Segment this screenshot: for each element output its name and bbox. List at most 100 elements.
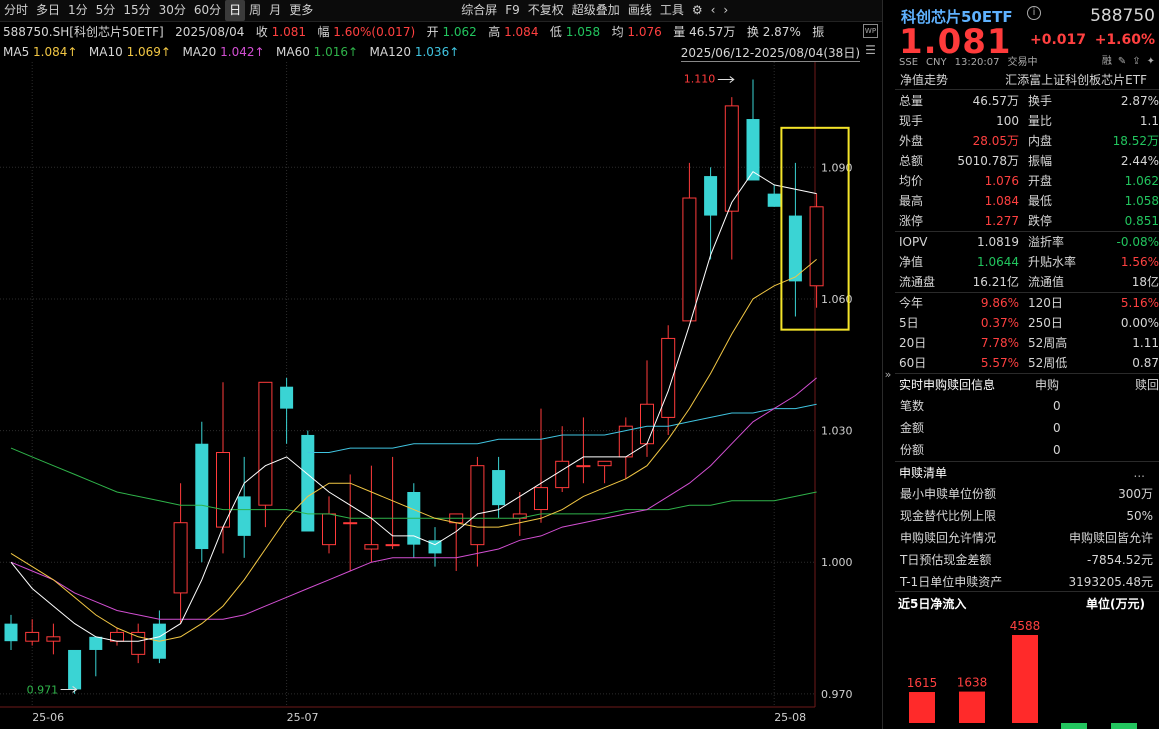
candle-body xyxy=(597,460,612,467)
edit-icon[interactable]: ✎ xyxy=(1118,56,1126,67)
close-label: 收 xyxy=(255,25,268,39)
period-10-button[interactable]: 更多 xyxy=(285,0,317,21)
trade-status: 交易中 xyxy=(1007,57,1038,68)
period-2-button[interactable]: 1分 xyxy=(64,0,92,21)
stat-v1: 0.37% xyxy=(980,316,1019,330)
ma120-value: 1.036↑ xyxy=(414,45,460,59)
quote-header: 科创芯片50ETF i 588750 1.081 +0.017 +1.60% S… xyxy=(895,0,1159,68)
subscribe-row: 份额 0 xyxy=(895,439,1159,461)
candle-body xyxy=(809,206,824,287)
tool-5-button[interactable]: 工具 xyxy=(656,0,688,21)
more-icon[interactable]: ... xyxy=(1134,462,1145,484)
candle-body xyxy=(280,386,294,409)
candle-body xyxy=(555,460,570,489)
stat-v2: 18.52万 xyxy=(1112,134,1159,148)
candle-body xyxy=(767,193,781,207)
candle-body xyxy=(216,452,230,528)
stat-row: 5日 0.37% 250日 0.00% xyxy=(895,313,1159,333)
stat-row: 总量 46.57万 换手 2.87% xyxy=(895,91,1159,111)
period-4-button[interactable]: 15分 xyxy=(119,0,154,21)
low-annotation: 0.971 xyxy=(27,683,58,696)
stat-v1: 28.05万 xyxy=(972,134,1019,148)
star-icon[interactable]: ✦ xyxy=(1147,56,1155,67)
period-0-button[interactable]: 分时 xyxy=(0,0,32,21)
subscribe-l2: 申购 xyxy=(1035,378,1060,392)
stat-v2: 0.87 xyxy=(1132,356,1159,370)
period-8-button[interactable]: 周 xyxy=(245,0,265,21)
stat-l1: 流通盘 xyxy=(899,275,936,289)
ma5-label: MA5 xyxy=(3,45,30,59)
low-label: 低 xyxy=(549,25,562,39)
info-icon[interactable]: i xyxy=(1027,6,1041,20)
period-5-button[interactable]: 30分 xyxy=(155,0,190,21)
stat-row: 外盘 28.05万 内盘 18.52万 xyxy=(895,131,1159,151)
turnover-label: 换 xyxy=(746,25,759,39)
candle-body xyxy=(704,176,718,216)
stat-v1: 1.0644 xyxy=(977,255,1019,269)
stats-table: 总量 46.57万 换手 2.87% 现手 100 量比 1.1 外盘 28.05万 内盘 18.52… xyxy=(895,91,1159,593)
stat-row: IOPV 1.0819 溢折率 -0.08% xyxy=(895,232,1159,252)
stat-l2: 内盘 xyxy=(1028,134,1053,148)
candle-body xyxy=(237,496,251,536)
collapse-arrow-icon[interactable]: » xyxy=(882,368,894,388)
kline-chart[interactable]: 0.9701.0001.0301.0601.09025-06 25-07 25-08… xyxy=(0,62,882,729)
candle-body xyxy=(258,381,273,506)
list-row-label: T日预估现金差额 xyxy=(900,553,992,567)
stat-v2: 2.44% xyxy=(1120,154,1159,168)
subscribe-row: 笔数 0 xyxy=(895,395,1159,417)
stat-row: 今年 9.86% 120日 5.16% xyxy=(895,293,1159,313)
turnover-value: 2.87% xyxy=(762,25,801,39)
share-icon[interactable]: ⇪ xyxy=(1132,56,1140,67)
volume-label: 量 xyxy=(673,25,686,39)
open-label: 开 xyxy=(426,25,439,39)
ma20-label: MA20 xyxy=(182,45,217,59)
menu-icon[interactable]: ☰ xyxy=(863,44,878,58)
volume-value: 46.57万 xyxy=(689,25,736,39)
stat-l2: 250日 xyxy=(1028,316,1063,330)
chevron-left-icon[interactable]: ‹ xyxy=(707,0,720,21)
tool-2-button[interactable]: 不复权 xyxy=(524,0,568,21)
tool-0-button[interactable]: 综合屏 xyxy=(457,0,501,21)
date-range-label[interactable]: 2025/06/12-2025/08/04(38日) xyxy=(680,44,860,62)
stat-v1: 1.277 xyxy=(984,214,1019,228)
tool-1-button[interactable]: F9 xyxy=(501,0,524,21)
tool-4-button[interactable]: 画线 xyxy=(624,0,656,21)
stat-l1: 60日 xyxy=(899,356,927,370)
period-6-button[interactable]: 60分 xyxy=(190,0,225,21)
candle-body xyxy=(364,544,379,550)
stat-row: 20日 7.78% 52周高 1.11 xyxy=(895,333,1159,353)
tool-3-button[interactable]: 超级叠加 xyxy=(568,0,624,21)
inflow-label: 1615 xyxy=(907,676,938,690)
stat-l2: 流通值 xyxy=(1028,275,1065,289)
stat-row: 60日 5.57% 52周低 0.87 xyxy=(895,353,1159,373)
quote-info-line: 588750.SH[科创芯片50ETF] 2025/08/04 收 1.081 … xyxy=(0,22,882,42)
stat-row: 净值 1.0644 升贴水率 1.56% xyxy=(895,252,1159,272)
chevron-right-icon[interactable]: › xyxy=(719,0,732,21)
close-value: 1.081 xyxy=(271,25,306,39)
list-row-value: -7854.52元 xyxy=(1087,553,1153,567)
stat-v1: 5.57% xyxy=(980,356,1019,370)
stat-l2: 溢折率 xyxy=(1028,235,1065,249)
ma10-value: 1.069↑ xyxy=(126,45,171,59)
candle-body xyxy=(46,636,61,642)
net-inflow-panel: 近5日净流入 单位(万元) 1615 1638 4588 xyxy=(895,591,1159,729)
stat-v1: 7.78% xyxy=(980,336,1019,350)
inflow-label: 1638 xyxy=(957,676,988,690)
date-label: 2025/08/04 xyxy=(175,25,245,39)
stat-l1: 今年 xyxy=(899,296,924,310)
nav-net-value[interactable]: 净值走势 xyxy=(900,70,948,90)
period-9-button[interactable]: 月 xyxy=(265,0,285,21)
subscribe-header: 实时申购赎回信息 申购 赎回 xyxy=(895,373,1159,395)
high-label: 高 xyxy=(488,25,501,39)
stat-row: 最高 1.084 最低 1.058 xyxy=(895,191,1159,211)
wp-icon[interactable]: WP xyxy=(863,24,878,38)
symbol-label: 588750.SH[科创芯片50ETF] xyxy=(3,25,164,39)
period-7-button[interactable]: 日 xyxy=(225,0,246,21)
candle-body xyxy=(25,631,40,642)
stat-l2: 量比 xyxy=(1028,114,1053,128)
stat-l1: 外盘 xyxy=(899,134,924,148)
period-1-button[interactable]: 多日 xyxy=(32,0,64,21)
period-3-button[interactable]: 5分 xyxy=(92,0,120,21)
gear-icon[interactable]: ⚙ xyxy=(688,0,707,21)
